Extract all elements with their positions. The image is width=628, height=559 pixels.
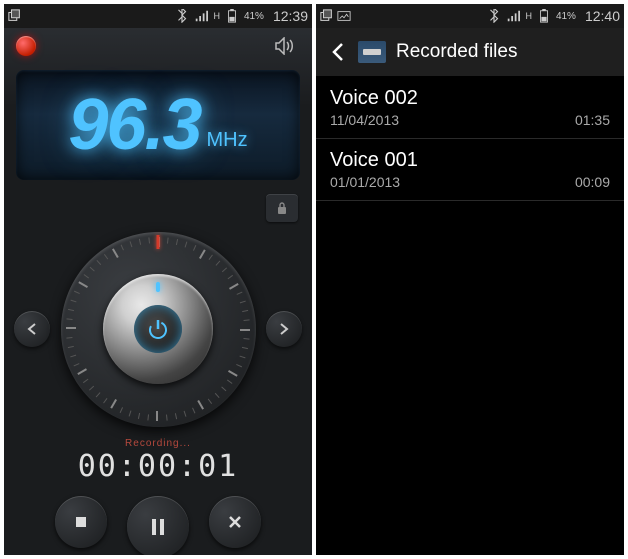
pause-button[interactable] — [127, 496, 189, 555]
network-type: H — [525, 11, 532, 21]
file-date: 11/04/2013 — [330, 112, 418, 128]
lock-button[interactable] — [266, 194, 298, 222]
battery-percent: 41% — [244, 11, 264, 22]
tuning-dial[interactable] — [61, 232, 256, 427]
battery-percent: 41% — [556, 11, 576, 22]
next-station-button[interactable] — [266, 311, 302, 347]
file-duration: 01:35 — [575, 112, 610, 128]
file-item[interactable]: Voice 002 11/04/2013 01:35 — [316, 77, 624, 139]
clock: 12:40 — [585, 8, 620, 24]
signal-icon — [506, 9, 520, 23]
file-name: Voice 001 — [330, 149, 418, 172]
file-duration: 00:09 — [575, 174, 610, 190]
signal-icon — [194, 9, 208, 23]
header-bar: Recorded files — [316, 28, 624, 77]
screenshot-icon — [8, 9, 22, 23]
power-knob[interactable] — [103, 274, 213, 384]
battery-icon — [225, 9, 239, 23]
frequency-unit: MHz — [207, 129, 248, 152]
file-date: 01/01/2013 — [330, 174, 418, 190]
network-type: H — [213, 11, 220, 21]
dial-marker-icon — [157, 235, 160, 249]
recording-label: Recording... — [4, 438, 312, 449]
status-bar: H 41% 12:39 — [4, 4, 312, 28]
prev-station-button[interactable] — [14, 311, 50, 347]
bluetooth-icon — [175, 9, 189, 23]
frequency-value: 96.3 — [68, 84, 200, 166]
stop-button[interactable] — [55, 496, 107, 548]
power-icon — [145, 316, 171, 342]
frequency-display: 96.3 MHz — [16, 70, 300, 180]
screenshot-icon — [320, 9, 334, 23]
bluetooth-icon — [487, 9, 501, 23]
radio-app-icon — [358, 41, 386, 63]
status-bar: H 41% 12:40 — [316, 4, 624, 28]
record-indicator-icon — [16, 36, 36, 56]
file-item[interactable]: Voice 001 01/01/2013 00:09 — [316, 139, 624, 201]
recording-timer: 00:00:01 — [4, 449, 312, 484]
clock: 12:39 — [273, 8, 308, 24]
file-name: Voice 002 — [330, 87, 418, 110]
gallery-icon — [337, 9, 351, 23]
speaker-button[interactable] — [270, 35, 300, 57]
cancel-button[interactable] — [209, 496, 261, 548]
back-button[interactable] — [324, 38, 352, 66]
page-title: Recorded files — [396, 41, 517, 63]
files-screen: H 41% 12:40 Recorded files Voice 002 11/0… — [316, 4, 624, 555]
battery-icon — [537, 9, 551, 23]
radio-screen: H 41% 12:39 96.3 MHz — [4, 4, 312, 555]
